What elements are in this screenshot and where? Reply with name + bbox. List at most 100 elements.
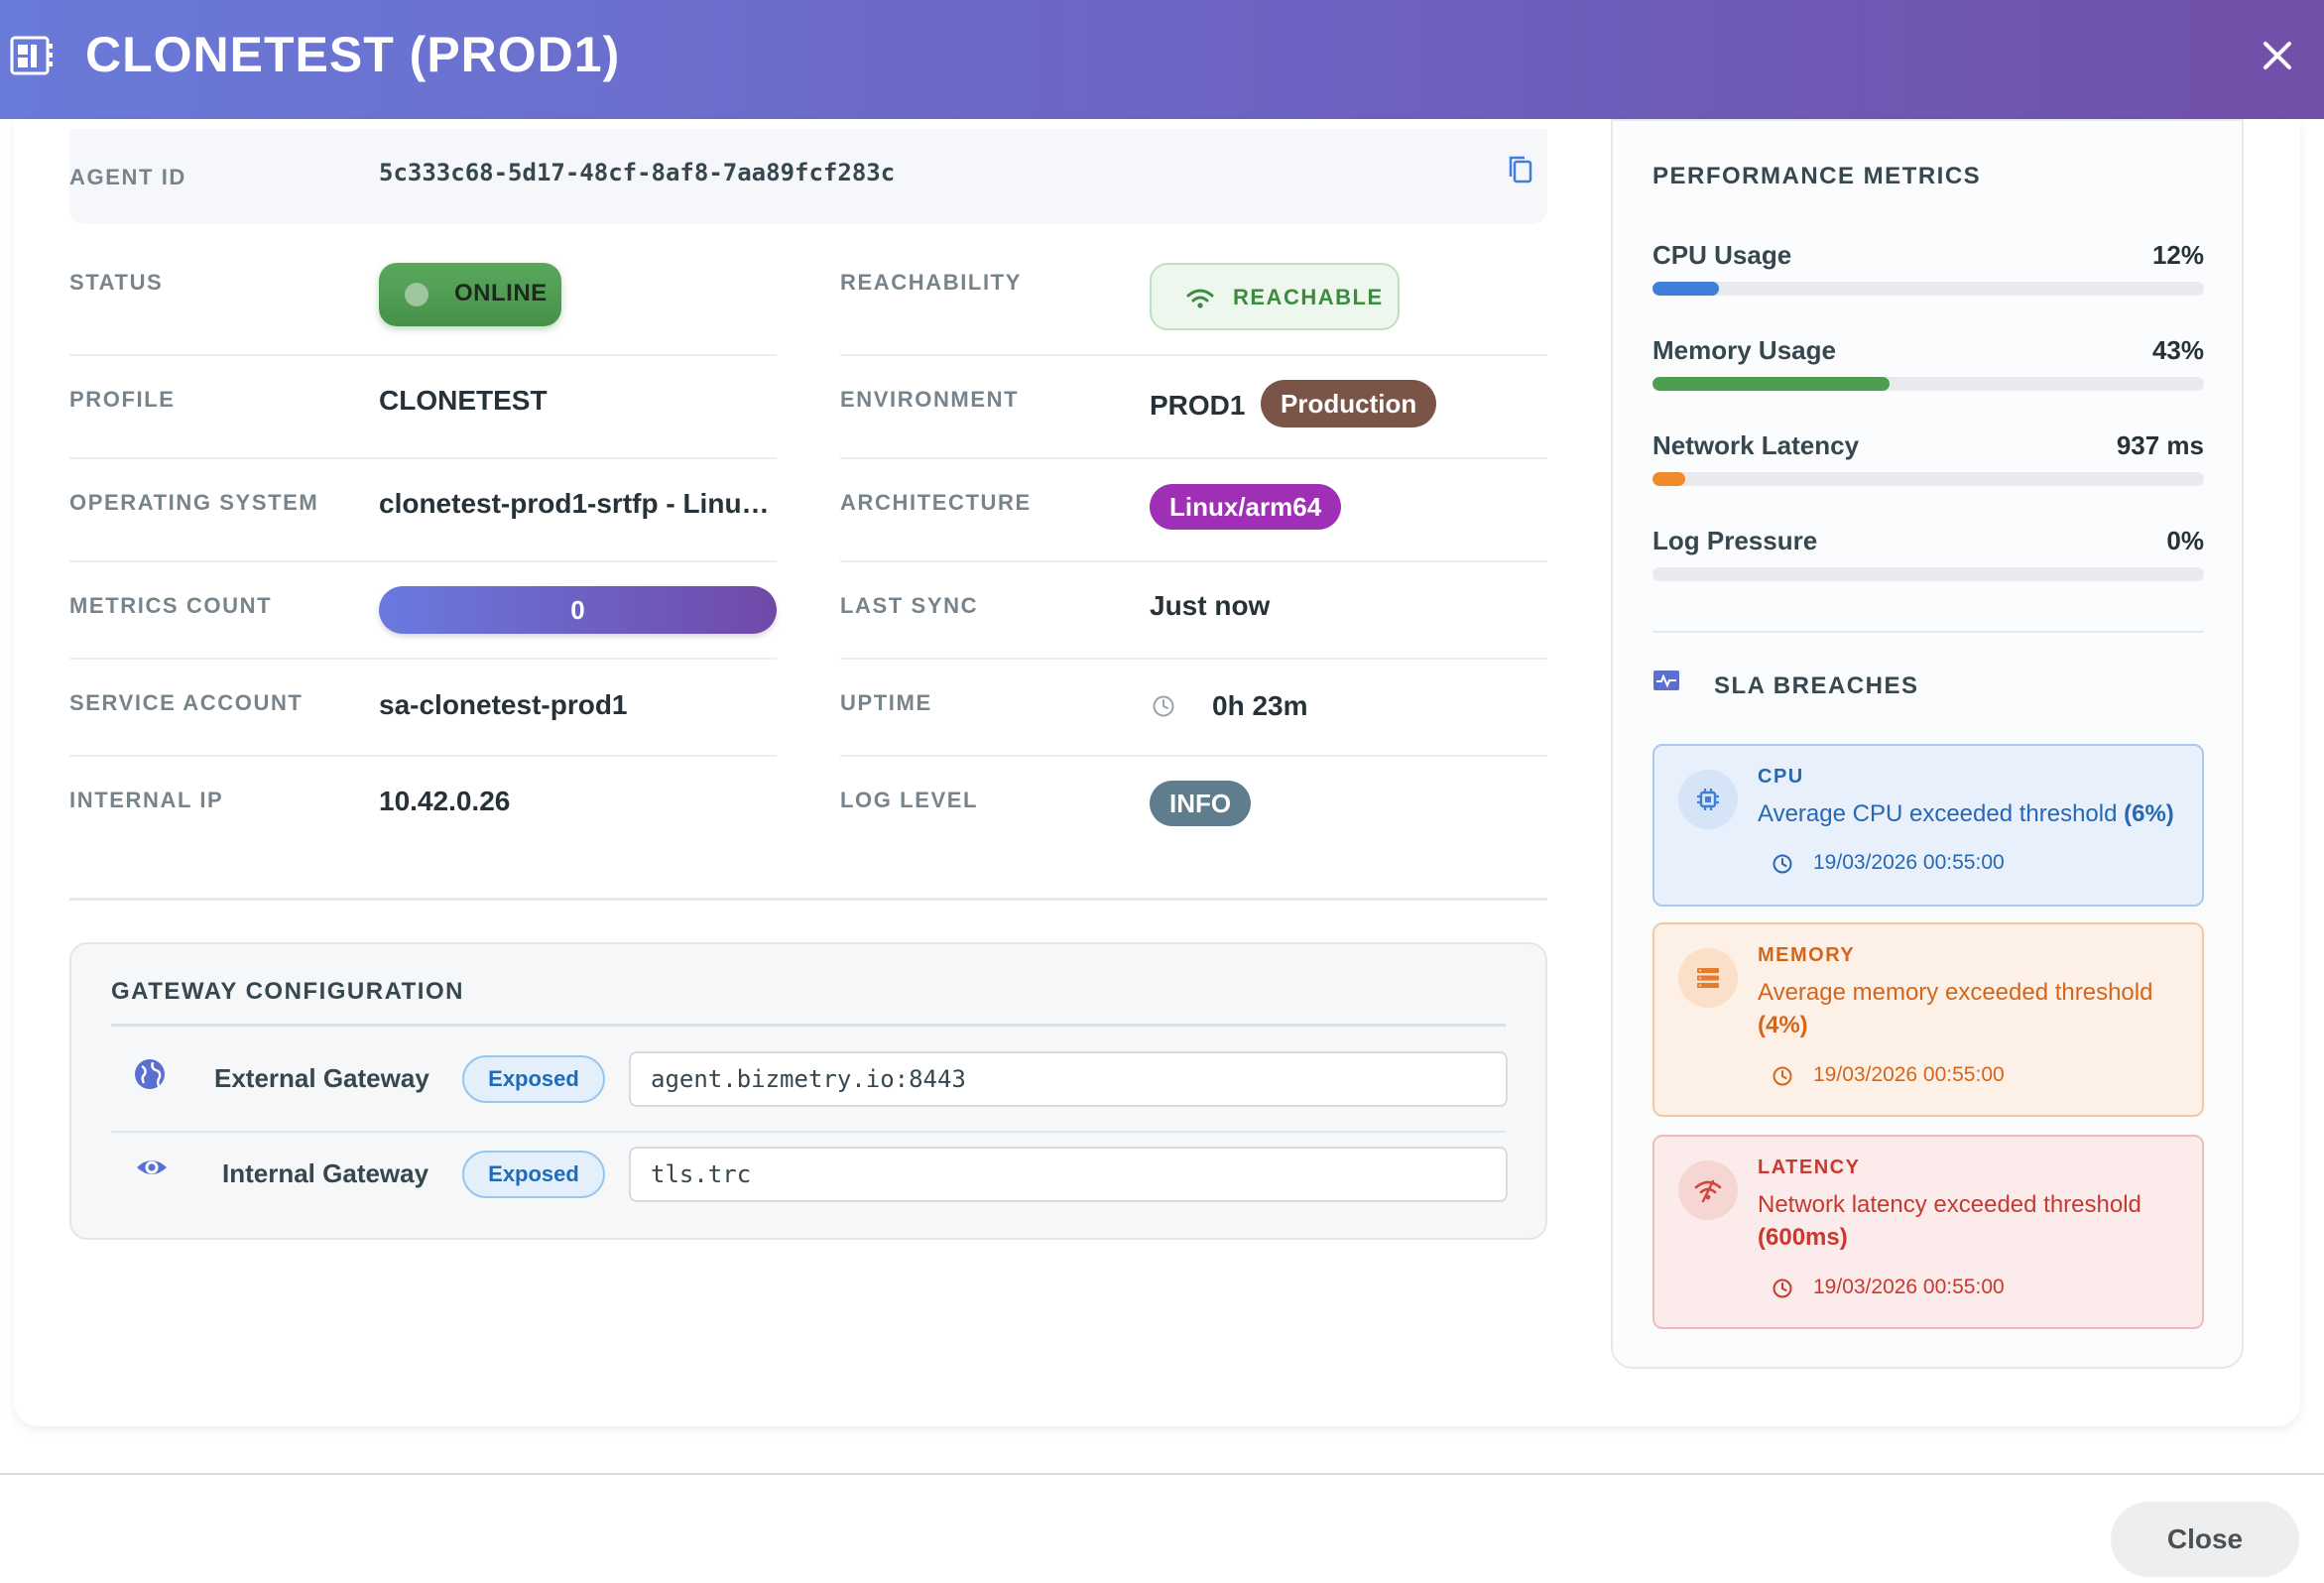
chip-icon (1697, 789, 1719, 810)
architecture-badge: Linux/arm64 (1150, 484, 1342, 530)
row-divider (840, 457, 1547, 459)
row-divider (840, 354, 1547, 356)
log-level-badge: INFO (1150, 781, 1252, 826)
exposed-badge: Exposed (462, 1055, 605, 1103)
dashboard-icon (10, 36, 53, 75)
breach-message-text: Average memory exceeded threshold (1758, 979, 2153, 1006)
breach-threshold: (600ms) (1758, 1224, 1848, 1251)
breach-time: 19/03/2026 00:55:00 (1813, 1276, 2005, 1298)
reachability-badge: REACHABLE (1150, 263, 1400, 330)
clock-icon (1773, 1279, 1792, 1298)
metric-name: CPU Usage (1652, 240, 1792, 270)
memory-icon (1697, 968, 1719, 988)
internal-ip-label: INTERNAL IP (69, 788, 224, 812)
row-divider (840, 560, 1547, 562)
dialog-header: CLONETEST (PROD1) (0, 0, 2324, 119)
breach-threshold: (4%) (1758, 1012, 1808, 1038)
last-sync-value: Just now (1150, 590, 1271, 621)
close-icon[interactable] (2252, 30, 2303, 81)
dialog-title: CLONETEST (PROD1) (85, 27, 621, 82)
status-label: STATUS (69, 270, 164, 295)
breach-type: MEMORY (1758, 944, 1856, 966)
operating-system-value: clonetest-prod1-srtfp - Linu… (379, 488, 770, 519)
wifi-icon (1186, 289, 1214, 308)
breach-message-text: Average CPU exceeded threshold (1758, 800, 2118, 827)
clock-icon (1773, 1066, 1792, 1086)
gateway-row-divider (111, 1131, 1506, 1133)
section-divider (69, 898, 1547, 901)
performance-panel: PERFORMANCE METRICS CPU Usage 12% Memory… (1611, 119, 2244, 1369)
gateway-configuration: GATEWAY CONFIGURATION External Gateway E… (69, 942, 1547, 1240)
last-sync-label: LAST SYNC (840, 593, 979, 618)
operating-system-label: OPERATING SYSTEM (69, 490, 319, 515)
gateway-title: GATEWAY CONFIGURATION (111, 978, 464, 1005)
internal-gateway-field[interactable]: tls.trc (629, 1147, 1508, 1202)
metric-value: 0% (2166, 526, 2204, 555)
gateway-name: Internal Gateway (222, 1158, 429, 1188)
external-gateway-field[interactable]: agent.bizmetry.io:8443 (629, 1051, 1508, 1107)
environment-value: PROD1 (1150, 390, 1246, 421)
copy-icon[interactable] (1504, 153, 1537, 186)
sla-breach-card[interactable]: MEMORY Average memory exceeded threshold… (1652, 922, 2204, 1117)
clock-icon (1153, 695, 1174, 717)
sla-header: SLA BREACHES (1652, 669, 2204, 708)
metric-name: Memory Usage (1652, 335, 1836, 365)
row-divider (69, 755, 777, 757)
panel-divider (1652, 631, 2204, 633)
breach-time: 19/03/2026 00:55:00 (1813, 1063, 2005, 1086)
metric-track (1652, 377, 2204, 391)
wifi-off-icon (1694, 1179, 1722, 1203)
gateway-row-internal: Internal Gateway Exposed tls.trc (71, 1135, 1549, 1224)
footer-divider (0, 1473, 2324, 1475)
row-divider (840, 658, 1547, 660)
performance-title: PERFORMANCE METRICS (1652, 163, 1982, 189)
reachability-label: REACHABILITY (840, 270, 1022, 295)
check-circle-icon (405, 283, 428, 306)
metric-value: 43% (2151, 335, 2204, 365)
row-divider (69, 354, 777, 356)
breach-message: Average CPU exceeded threshold (6%) (1758, 797, 2186, 830)
close-button[interactable]: Close (2111, 1502, 2299, 1577)
row-divider (840, 755, 1547, 757)
breach-icon-circle (1678, 1160, 1738, 1220)
metric-fill (1652, 282, 1719, 296)
environment-badge: Production (1261, 380, 1437, 427)
environment-label: ENVIRONMENT (840, 387, 1020, 412)
agent-id-label: AGENT ID (69, 165, 186, 189)
breach-type: LATENCY (1758, 1157, 1861, 1178)
metric-name: Network Latency (1652, 430, 1860, 460)
metric-track (1652, 472, 2204, 486)
agent-id-value[interactable]: 5c333c68-5d17-48cf-8af8-7aa89fcf283c (379, 159, 895, 186)
status-badge: ONLINE (379, 263, 561, 326)
breach-type: CPU (1758, 766, 1804, 788)
sla-breach-card[interactable]: LATENCY Network latency exceeded thresho… (1652, 1135, 2204, 1329)
monitor-heart-icon (1653, 670, 1679, 690)
sla-breach-card[interactable]: CPU Average CPU exceeded threshold (6%) … (1652, 744, 2204, 907)
metric-fill (1652, 472, 1686, 486)
metric-value: 12% (2151, 240, 2204, 270)
row-divider (69, 457, 777, 459)
row-divider (69, 658, 777, 660)
gateway-name: External Gateway (214, 1063, 429, 1093)
breach-icon-circle (1678, 770, 1738, 829)
metric-name: Log Pressure (1652, 526, 1818, 555)
architecture-label: ARCHITECTURE (840, 490, 1032, 515)
metric-track (1652, 567, 2204, 581)
gateway-title-rule (111, 1024, 1506, 1027)
breach-icon-circle (1678, 948, 1738, 1008)
metrics-count-badge: 0 (379, 586, 777, 634)
eye-icon (137, 1160, 167, 1174)
log-level-label: LOG LEVEL (840, 788, 979, 812)
status-value: ONLINE (454, 280, 548, 306)
sla-title: SLA BREACHES (1714, 672, 1919, 699)
clock-icon (1773, 854, 1792, 874)
agent-id-row: AGENT ID 5c333c68-5d17-48cf-8af8-7aa89fc… (69, 129, 1547, 224)
profile-value: CLONETEST (379, 385, 548, 416)
internal-ip-value: 10.42.0.26 (379, 786, 511, 816)
service-account-value: sa-clonetest-prod1 (379, 689, 628, 720)
row-divider (69, 560, 777, 562)
reachability-value: REACHABLE (1233, 285, 1384, 309)
uptime-value: 0h 23m (1212, 690, 1308, 721)
globe-icon (135, 1059, 165, 1089)
gateway-row-external: External Gateway Exposed agent.bizmetry.… (71, 1039, 1549, 1129)
